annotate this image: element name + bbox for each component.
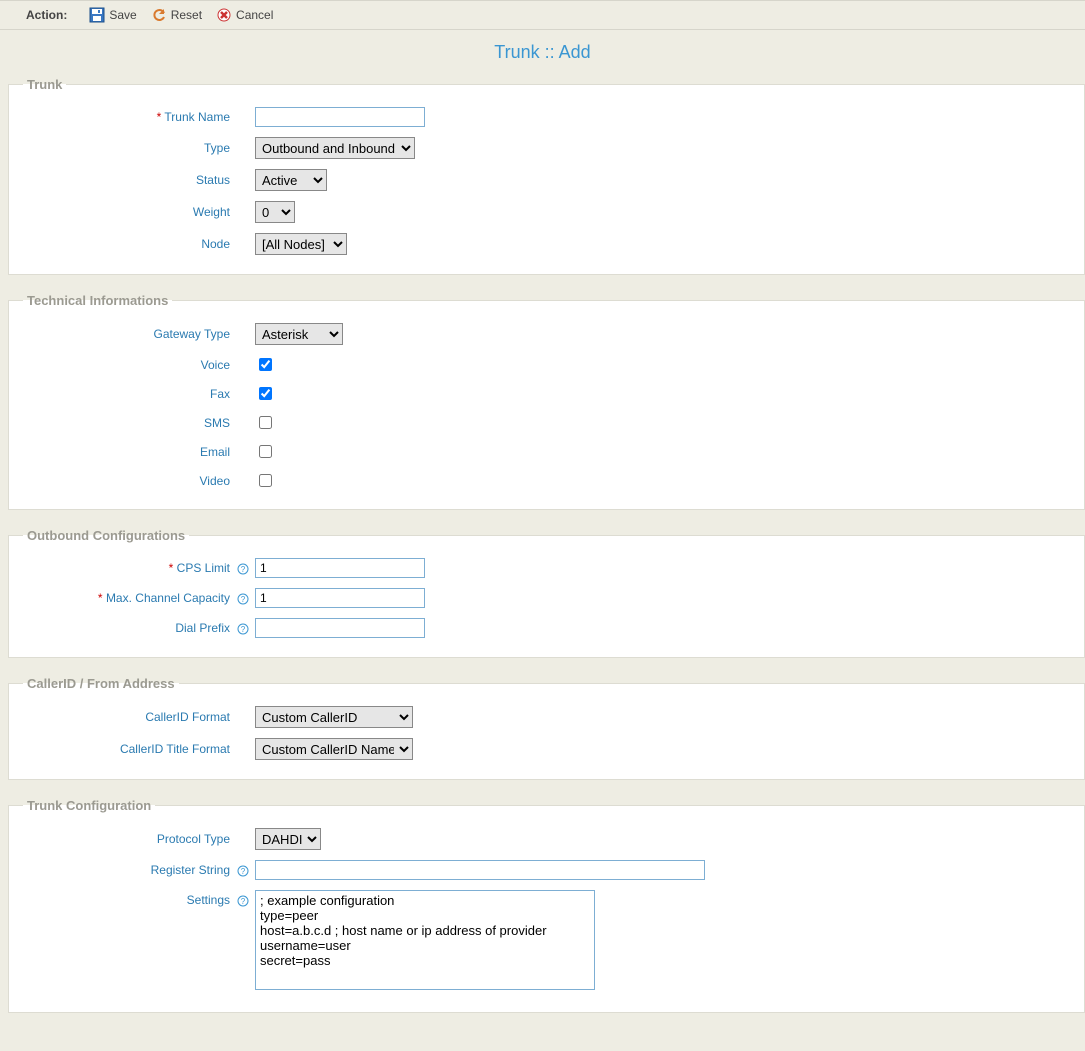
fax-checkbox[interactable]: [259, 387, 272, 400]
voice-checkbox[interactable]: [259, 358, 272, 371]
panel-callerid: CallerID / From Address CallerID Format …: [8, 676, 1085, 780]
voice-label: Voice: [19, 358, 234, 372]
node-select[interactable]: [All Nodes]: [255, 233, 347, 255]
fax-label: Fax: [19, 387, 234, 401]
weight-select[interactable]: 0: [255, 201, 295, 223]
callerid-format-select[interactable]: Custom CallerID: [255, 706, 413, 728]
settings-label: Settings: [19, 890, 234, 907]
status-label: Status: [19, 173, 234, 187]
save-icon: [89, 7, 105, 23]
gateway-type-label: Gateway Type: [19, 327, 234, 341]
svg-text:?: ?: [241, 625, 246, 634]
cps-input[interactable]: [255, 558, 425, 578]
cps-label: CPS Limit: [177, 561, 230, 575]
cancel-button[interactable]: Cancel: [216, 7, 273, 23]
weight-label: Weight: [19, 205, 234, 219]
panel-trunk-config: Trunk Configuration Protocol Type DAHDI …: [8, 798, 1085, 1013]
svg-text:?: ?: [241, 595, 246, 604]
svg-text:?: ?: [241, 897, 246, 906]
protocol-label: Protocol Type: [19, 832, 234, 846]
cancel-label: Cancel: [236, 8, 273, 22]
callerid-title-label: CallerID Title Format: [19, 742, 234, 756]
sms-label: SMS: [19, 416, 234, 430]
panel-outbound: Outbound Configurations * CPS Limit ? * …: [8, 528, 1085, 658]
max-channel-input[interactable]: [255, 588, 425, 608]
required-marker: *: [169, 561, 177, 575]
help-icon[interactable]: ?: [234, 863, 252, 877]
sms-checkbox[interactable]: [259, 416, 272, 429]
register-label: Register String: [19, 863, 234, 877]
cancel-icon: [216, 7, 232, 23]
video-label: Video: [19, 474, 234, 488]
panel-technical-legend: Technical Informations: [23, 293, 172, 308]
panel-trunk: Trunk * Trunk Name Type Outbound and Inb…: [8, 77, 1085, 275]
reset-label: Reset: [171, 8, 202, 22]
panel-trunk-legend: Trunk: [23, 77, 66, 92]
register-input[interactable]: [255, 860, 705, 880]
panel-outbound-legend: Outbound Configurations: [23, 528, 189, 543]
callerid-format-label: CallerID Format: [19, 710, 234, 724]
trunk-name-label: Trunk Name: [164, 110, 230, 124]
help-icon[interactable]: ?: [234, 591, 252, 605]
panel-callerid-legend: CallerID / From Address: [23, 676, 179, 691]
reset-icon: [151, 7, 167, 23]
help-icon[interactable]: ?: [234, 890, 252, 907]
help-icon[interactable]: ?: [234, 561, 252, 575]
help-icon[interactable]: ?: [234, 621, 252, 635]
type-select[interactable]: Outbound and Inbound: [255, 137, 415, 159]
video-checkbox[interactable]: [259, 474, 272, 487]
email-label: Email: [19, 445, 234, 459]
required-marker: *: [98, 591, 106, 605]
save-button[interactable]: Save: [89, 7, 136, 23]
save-label: Save: [109, 8, 136, 22]
svg-text:?: ?: [241, 565, 246, 574]
dial-prefix-input[interactable]: [255, 618, 425, 638]
panel-technical: Technical Informations Gateway Type Aste…: [8, 293, 1085, 510]
max-channel-label: Max. Channel Capacity: [106, 591, 230, 605]
node-label: Node: [19, 237, 234, 251]
svg-text:?: ?: [241, 867, 246, 876]
panel-trunk-config-legend: Trunk Configuration: [23, 798, 155, 813]
type-label: Type: [19, 141, 234, 155]
gateway-type-select[interactable]: Asterisk: [255, 323, 343, 345]
action-toolbar: Action: Save Reset Cancel: [0, 0, 1085, 30]
callerid-title-select[interactable]: Custom CallerID Name: [255, 738, 413, 760]
protocol-select[interactable]: DAHDI: [255, 828, 321, 850]
action-label: Action:: [26, 8, 67, 22]
page-title: Trunk :: Add: [0, 30, 1085, 71]
status-select[interactable]: Active: [255, 169, 327, 191]
trunk-name-input[interactable]: [255, 107, 425, 127]
dial-prefix-label: Dial Prefix: [19, 621, 234, 635]
settings-textarea[interactable]: [255, 890, 595, 990]
reset-button[interactable]: Reset: [151, 7, 202, 23]
email-checkbox[interactable]: [259, 445, 272, 458]
